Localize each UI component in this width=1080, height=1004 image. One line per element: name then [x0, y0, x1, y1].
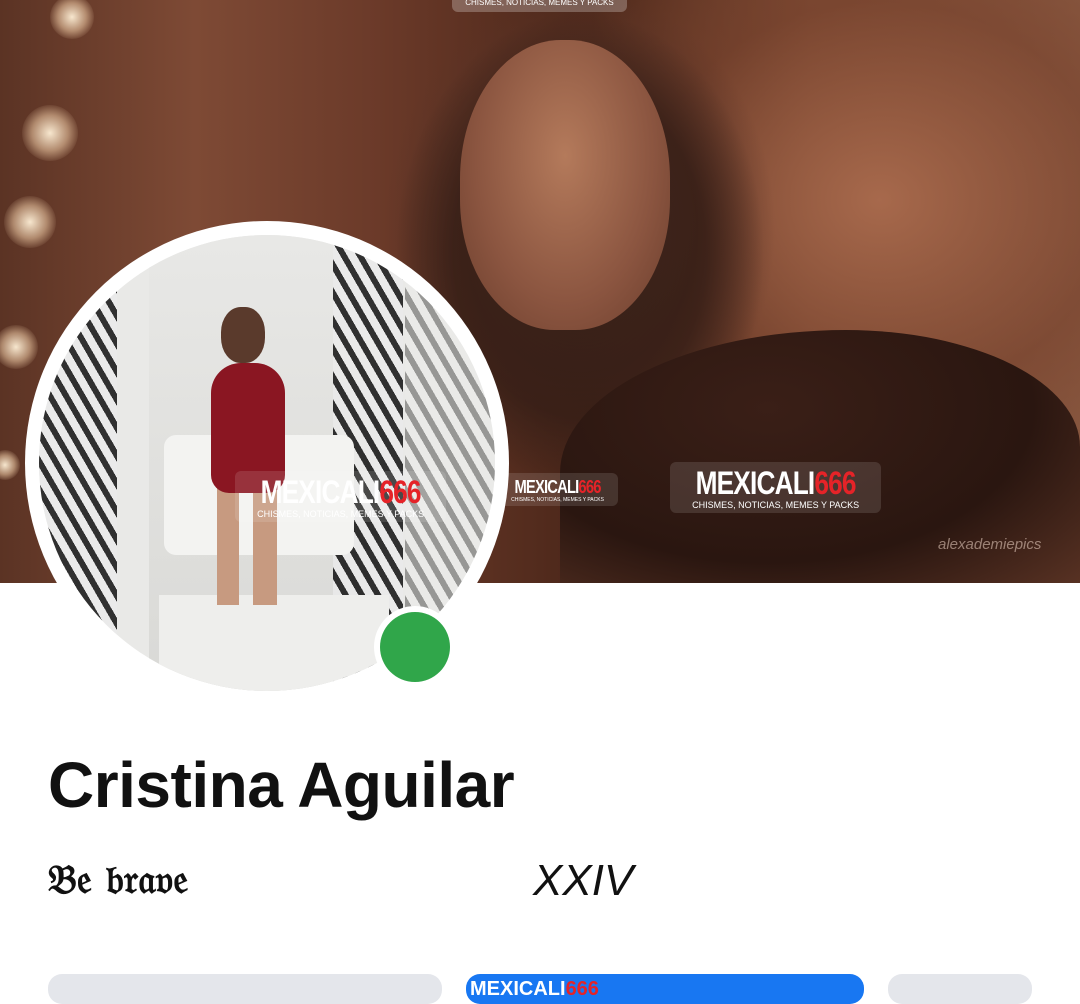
avatar-bg-floor	[159, 595, 389, 691]
watermark-small: MEXICALI666 CHISMES, NOTICIAS, MEMES Y P…	[497, 473, 619, 506]
bokeh-light	[50, 0, 94, 39]
avatar-subject-head	[221, 307, 265, 363]
photo-credit: alexademiepics	[938, 536, 1042, 553]
bokeh-light	[0, 325, 38, 369]
watermark-avatar: MEXICALI666 CHISMES, NOTICIAS, MEMES Y P…	[235, 471, 447, 522]
top-watermark: CHISMES, NOTICIAS, MEMES Y PACKS	[452, 0, 627, 12]
action-button-more[interactable]	[888, 974, 1032, 1004]
online-status-icon	[380, 612, 450, 682]
action-button-left[interactable]	[48, 974, 442, 1004]
watermark-button: MEXICALI666	[470, 978, 599, 1000]
profile-bio-numeral: XXIV	[533, 856, 634, 905]
watermark-cover: MEXICALI666 CHISMES, NOTICIAS, MEMES Y P…	[670, 462, 882, 513]
profile-name: Cristina Aguilar	[48, 749, 515, 821]
avatar-bg-lattice-left	[39, 235, 117, 691]
profile-bio-text: 𝔅𝔢 𝔟𝔯𝔞𝔳𝔢	[48, 856, 189, 903]
bokeh-light	[0, 450, 20, 480]
bokeh-light	[22, 105, 78, 161]
action-button-primary[interactable]: MEXICALI666	[466, 974, 864, 1004]
